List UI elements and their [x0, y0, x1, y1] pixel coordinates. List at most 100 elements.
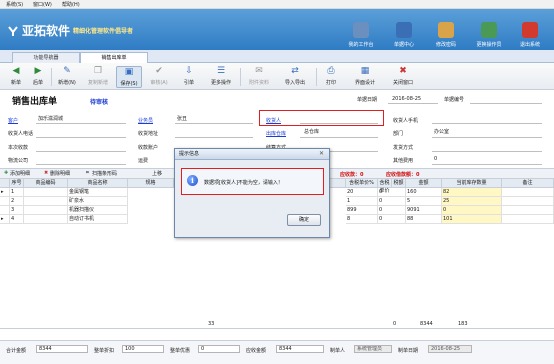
col-tax[interactable]: 税额	[392, 179, 406, 188]
attachment-icon: ✉	[255, 66, 263, 76]
receiver-label[interactable]: 收货人	[266, 117, 281, 124]
date-field[interactable]: 2016-08-25	[392, 96, 421, 102]
alert-dialog: 提示信息 ✕ i 数据项[收货人]不能为空，请输入！ 确定	[174, 148, 330, 238]
brand-slogan: 精细化管理软件倡导者	[73, 28, 134, 35]
tab-function-navigator[interactable]: 功能导航器	[12, 52, 80, 63]
col-tax-price[interactable]: 含税单价	[378, 179, 392, 194]
col-spec[interactable]: 规格	[128, 179, 174, 188]
audit-button[interactable]: ✔ 审核(A)	[146, 66, 172, 88]
users-icon	[481, 22, 497, 38]
total-amount: 8344	[420, 321, 433, 327]
arrow-right-icon: ▶	[34, 66, 42, 76]
ok-button[interactable]: 确定	[287, 214, 321, 226]
warehouse-label[interactable]: 出库仓库	[266, 130, 286, 137]
customer-field[interactable]: 加乐滋润城	[38, 115, 63, 122]
check-icon: ✔	[155, 66, 163, 76]
scan-barcode-button[interactable]: 扫描条形码	[92, 170, 117, 177]
download-icon: ⇩	[185, 66, 193, 76]
col-stock[interactable]: 当前库存数量	[442, 179, 502, 188]
off-field[interactable]: 0	[198, 345, 240, 353]
info-icon: i	[187, 175, 198, 186]
row-pointer: ▸	[0, 188, 10, 197]
dept-field[interactable]: 办公室	[434, 128, 449, 135]
table-row[interactable]: 3	[10, 206, 24, 215]
discount-label: 整单折扣	[94, 348, 115, 354]
date-label: 单据日期	[357, 97, 378, 103]
import-bill-button[interactable]: ⇩ 引单	[178, 66, 200, 88]
col-code[interactable]: 商品编码	[24, 179, 68, 188]
col-remark[interactable]: 备注	[502, 179, 554, 188]
received-amount: 应收款：0	[340, 172, 364, 178]
warehouse-field[interactable]: 总仓库	[304, 128, 319, 135]
menu-bar: 系统(S) 窗口(W) 帮助(H)	[0, 0, 554, 9]
total-amount-field[interactable]: 8344	[36, 345, 88, 353]
save-button[interactable]: ▣ 保存(S)	[116, 66, 142, 88]
next-bill-button[interactable]: ▶ 后单	[28, 66, 48, 88]
dialog-title: 提示信息	[175, 149, 329, 160]
receivable-field[interactable]: 8344	[276, 345, 324, 353]
copy-icon: ❐	[93, 66, 103, 76]
delete-row-icon: ✖	[44, 170, 49, 176]
owed-amount: 应收借款额：0	[386, 172, 420, 178]
more-actions-button[interactable]: ☰ 更多操作	[206, 66, 236, 88]
arrow-left-icon: ◀	[12, 66, 20, 76]
attachments-button[interactable]: ✉ 附件资料	[244, 66, 274, 88]
move-up-button[interactable]: 上移	[152, 170, 162, 177]
makedate-field: 2016-08-25	[428, 345, 472, 353]
page-title: 销售出库单	[12, 97, 58, 107]
dialog-close-button[interactable]: ✕	[317, 150, 326, 158]
total-stock: 183	[458, 321, 468, 327]
other-fee-label: 其他费用	[393, 158, 414, 164]
dialog-message: 数据项[收货人]不能为空，请输入！	[204, 180, 283, 186]
toolbar: ◀ 新单 ▶ 后单 ✎ 新增(N) ❐ 复制新增 ▣ 保存(S) ✔ 审核(A) ⇩ 引单 ☰…	[0, 63, 554, 90]
collect-label: 本次收款	[8, 145, 29, 151]
table-row[interactable]: 2	[10, 197, 24, 206]
document-center-icon	[396, 22, 412, 38]
import-export-button[interactable]: ⇄ 导入导出	[280, 66, 310, 88]
tab-bar: 功能导航器 销售出库单	[0, 50, 554, 63]
brand-name: 亚拓软件	[22, 24, 71, 38]
total-count: 33	[208, 321, 215, 327]
close-icon: ✖	[399, 66, 407, 76]
copy-new-button[interactable]: ❐ 复制新增	[84, 66, 112, 88]
key-icon	[438, 22, 454, 38]
barcode-icon: ⌗	[86, 170, 89, 176]
other-fee-field[interactable]: 0	[434, 156, 437, 162]
salesman-label[interactable]: 业务员	[138, 117, 153, 124]
menu-window[interactable]: 窗口(W)	[33, 1, 52, 8]
close-window-button[interactable]: ✖ 关闭窗口	[388, 66, 418, 88]
delete-detail-button[interactable]: 删除明细	[50, 170, 70, 177]
discount-field[interactable]: 100	[122, 345, 164, 353]
col-tax-rate[interactable]: 含税单价%	[346, 179, 378, 188]
menu-help[interactable]: 帮助(H)	[62, 1, 80, 8]
salesman-field[interactable]: 张丑	[177, 115, 187, 122]
col-amount[interactable]: 金额	[406, 179, 442, 188]
power-icon	[522, 22, 538, 38]
new-button[interactable]: ✎ 新增(N)	[54, 66, 80, 88]
tab-sales-outbound[interactable]: 销售出库单	[80, 52, 148, 63]
save-icon: ▣	[124, 67, 134, 77]
brand-logo-icon	[8, 26, 18, 36]
ship-label: 发货方式	[393, 145, 414, 151]
col-index[interactable]: 序号	[10, 179, 24, 188]
status-badge: 待审核	[90, 99, 109, 106]
prev-bill-button[interactable]: ◀ 新单	[6, 66, 26, 88]
total-amount-label: 合计金额	[6, 348, 27, 354]
new-doc-icon: ✎	[63, 66, 71, 76]
billno-label: 单据编号	[444, 97, 465, 103]
customer-label[interactable]: 客户	[8, 117, 18, 124]
address-label: 收货地址	[138, 131, 159, 137]
table-row[interactable]: 1	[10, 188, 24, 197]
ui-design-button[interactable]: ▦ 界面设计	[350, 66, 380, 88]
account-label: 收款账户	[138, 145, 159, 151]
table-row[interactable]: 4	[10, 215, 24, 224]
add-detail-button[interactable]: 添加明细	[10, 170, 30, 177]
dialog-message-box: i 数据项[收货人]不能为空，请输入！	[181, 168, 324, 195]
maker-field: 系统管理员	[354, 345, 392, 353]
workbench-icon	[353, 22, 369, 38]
print-button[interactable]: ⎙ 打印	[320, 66, 342, 88]
printer-icon: ⎙	[327, 66, 335, 76]
menu-system[interactable]: 系统(S)	[6, 1, 23, 8]
col-name[interactable]: 商品名称	[68, 179, 128, 188]
off-label: 整单优惠	[170, 348, 191, 354]
